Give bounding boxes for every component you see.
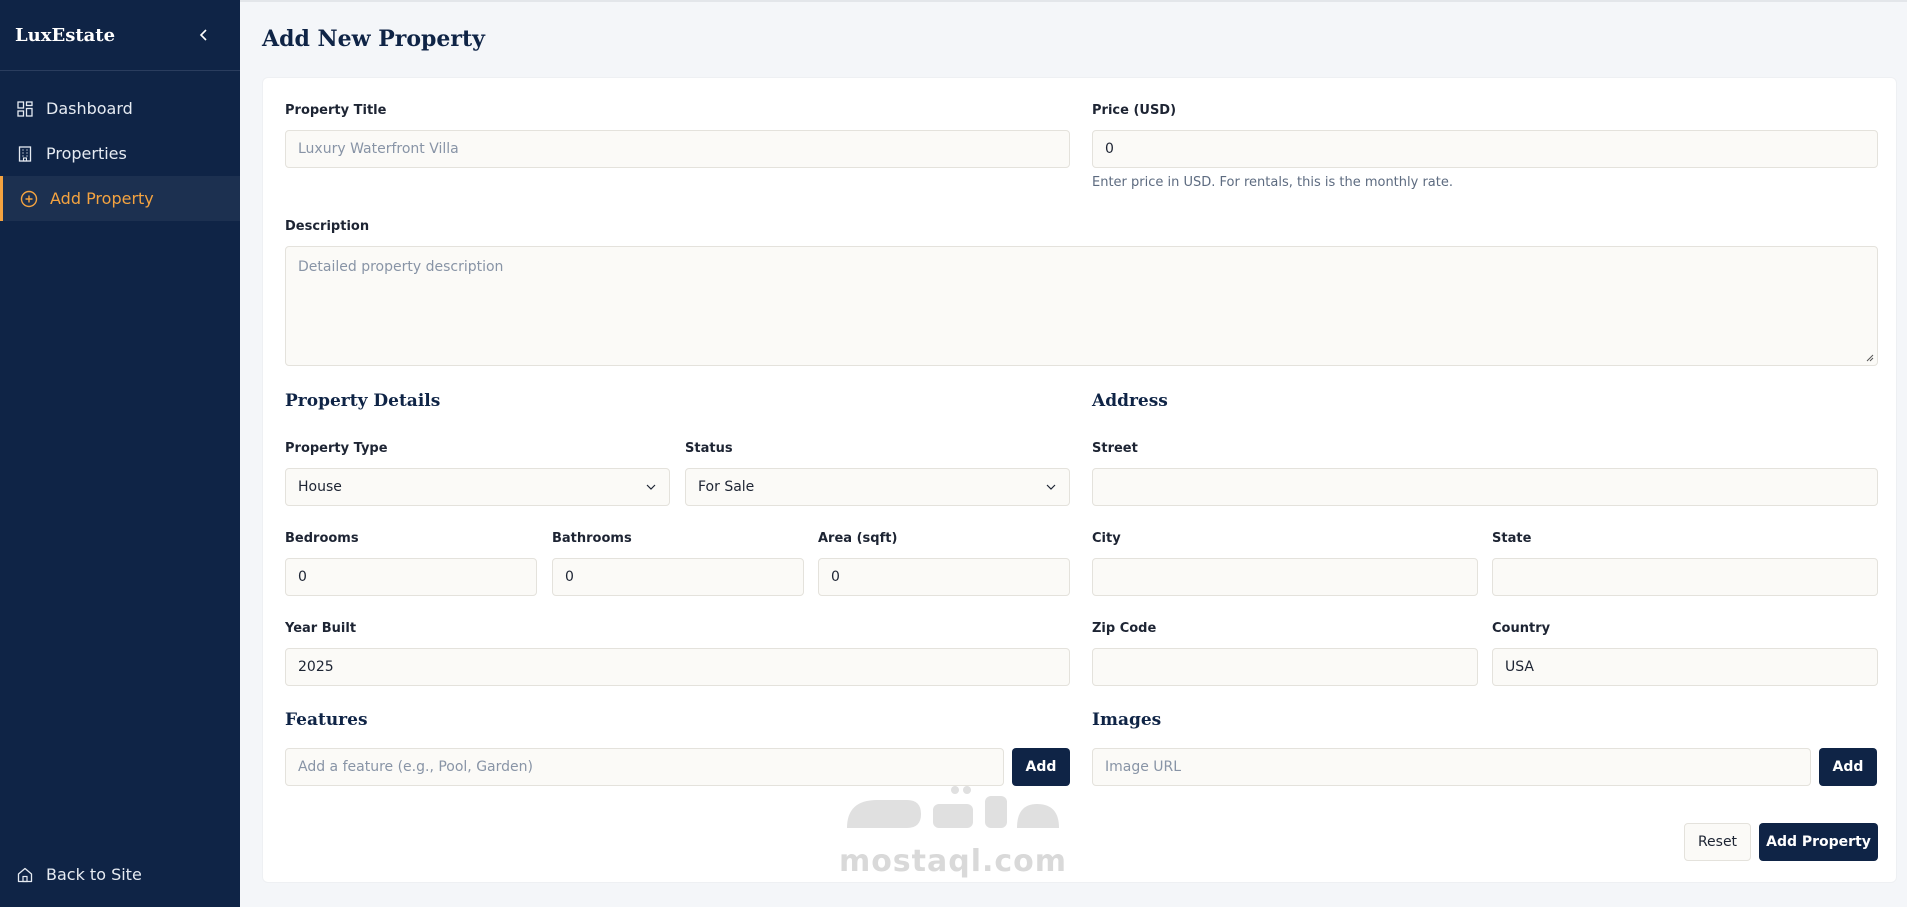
property-type-value: House (298, 479, 342, 495)
country-label: Country (1492, 621, 1551, 636)
bathrooms-input[interactable]: 0 (552, 558, 804, 596)
image-url-placeholder: Image URL (1105, 759, 1182, 775)
images-heading: Images (1092, 710, 1162, 730)
sidebar-item-properties[interactable]: Properties (0, 131, 240, 176)
top-divider (240, 0, 1907, 2)
area-value: 0 (831, 569, 840, 585)
status-label: Status (685, 441, 733, 456)
brand-logo[interactable]: LuxEstate (15, 25, 115, 46)
add-property-button[interactable]: Add Property (1759, 823, 1878, 861)
description-placeholder: Detailed property description (298, 259, 504, 275)
status-value: For Sale (698, 479, 755, 495)
sidebar: LuxEstate Dashboard Properties Add Prope… (0, 0, 240, 907)
bedrooms-label: Bedrooms (285, 531, 359, 546)
area-input[interactable]: 0 (818, 558, 1070, 596)
sidebar-item-label: Properties (46, 144, 127, 163)
watermark-text: mostaql.com (838, 844, 1068, 879)
bedrooms-value: 0 (298, 569, 307, 585)
chevron-down-icon (1045, 481, 1057, 493)
sidebar-item-dashboard[interactable]: Dashboard (0, 86, 240, 131)
watermark: mostaql.com (837, 780, 1069, 879)
zip-label: Zip Code (1092, 621, 1157, 636)
page-title: Add New Property (262, 26, 485, 52)
address-heading: Address (1092, 391, 1168, 411)
sidebar-header: LuxEstate (0, 0, 240, 71)
title-placeholder: Luxury Waterfront Villa (298, 141, 459, 157)
bedrooms-input[interactable]: 0 (285, 558, 537, 596)
plus-circle-icon (20, 190, 38, 208)
description-textarea[interactable]: Detailed property description (285, 246, 1878, 366)
watermark-logo (847, 786, 1059, 828)
resize-handle-icon[interactable] (1864, 352, 1874, 362)
price-label: Price (USD) (1092, 103, 1177, 118)
area-label: Area (sqft) (818, 531, 898, 546)
city-label: City (1092, 531, 1121, 546)
country-value: USA (1505, 659, 1534, 675)
year-built-value: 2025 (298, 659, 334, 675)
price-value: 0 (1105, 141, 1114, 157)
add-image-button[interactable]: Add (1819, 748, 1877, 786)
home-icon (16, 866, 34, 884)
title-input[interactable]: Luxury Waterfront Villa (285, 130, 1070, 168)
back-to-site-link[interactable]: Back to Site (0, 852, 240, 897)
features-heading: Features (285, 710, 368, 730)
reset-button[interactable]: Reset (1684, 823, 1751, 861)
collapse-sidebar-button[interactable] (196, 27, 212, 43)
title-label: Property Title (285, 103, 387, 118)
street-input[interactable] (1092, 468, 1878, 506)
chevron-down-icon (645, 481, 657, 493)
sidebar-nav: Dashboard Properties Add Property (0, 86, 240, 221)
building-icon (16, 145, 34, 163)
sidebar-item-label: Add Property (50, 189, 154, 208)
image-url-input[interactable]: Image URL (1092, 748, 1811, 786)
state-input[interactable] (1492, 558, 1878, 596)
chevron-left-icon (199, 29, 207, 41)
property-details-heading: Property Details (285, 391, 441, 411)
bathrooms-label: Bathrooms (552, 531, 632, 546)
sidebar-footer: Back to Site (0, 852, 240, 897)
dashboard-icon (16, 100, 34, 118)
year-built-label: Year Built (285, 621, 357, 636)
price-input[interactable]: 0 (1092, 130, 1878, 168)
country-input[interactable]: USA (1492, 648, 1878, 686)
sidebar-item-label: Dashboard (46, 99, 133, 118)
property-type-select[interactable]: House (285, 468, 670, 506)
city-input[interactable] (1092, 558, 1478, 596)
bathrooms-value: 0 (565, 569, 574, 585)
feature-placeholder: Add a feature (e.g., Pool, Garden) (298, 759, 533, 775)
property-type-label: Property Type (285, 441, 388, 456)
street-label: Street (1092, 441, 1138, 456)
back-to-site-label: Back to Site (46, 865, 142, 884)
zip-input[interactable] (1092, 648, 1478, 686)
status-select[interactable]: For Sale (685, 468, 1070, 506)
description-label: Description (285, 219, 370, 234)
price-help-text: Enter price in USD. For rentals, this is… (1092, 175, 1453, 190)
add-property-form: Property Title Luxury Waterfront Villa P… (262, 77, 1897, 883)
sidebar-item-add-property[interactable]: Add Property (0, 176, 240, 221)
state-label: State (1492, 531, 1532, 546)
year-built-input[interactable]: 2025 (285, 648, 1070, 686)
